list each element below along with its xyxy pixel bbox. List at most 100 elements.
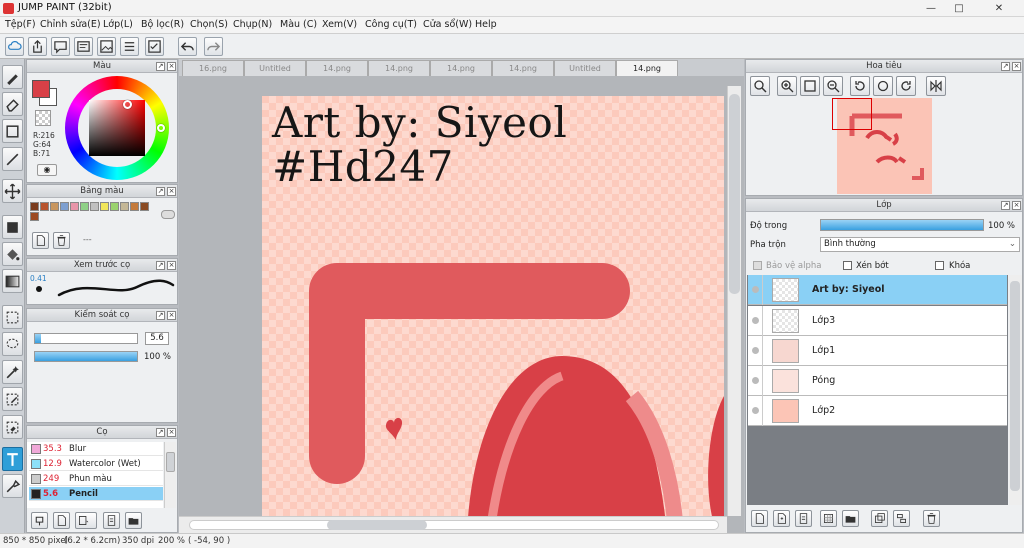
brush-folder-icon[interactable]	[125, 512, 142, 529]
brush-cup-icon[interactable]	[31, 512, 48, 529]
menu-view[interactable]: Xem(V)	[322, 19, 357, 30]
color-picker-handle[interactable]	[123, 100, 132, 109]
move-tool[interactable]	[2, 179, 23, 203]
menu-capture[interactable]: Chụp(N)	[233, 19, 272, 30]
panel-detach-icon[interactable]: ↗	[1001, 62, 1010, 71]
layer-row-art-by-siyeol[interactable]: Art by: Siyeol	[748, 275, 1007, 305]
menu-help[interactable]: Help	[475, 19, 497, 30]
menu-edit[interactable]: Chỉnh sửa(E)	[40, 19, 101, 30]
select-eraser-tool[interactable]	[2, 415, 23, 439]
undo-button[interactable]	[178, 37, 197, 56]
menu-select[interactable]: Chọn(S)	[190, 19, 228, 30]
brush-settings-icon[interactable]	[103, 512, 120, 529]
brush-menu-icon[interactable]	[75, 512, 97, 529]
layer-row-lop1[interactable]: Lớp1	[748, 336, 1007, 366]
actual-size-icon[interactable]	[800, 76, 820, 96]
transparent-color-swatch[interactable]	[35, 110, 51, 126]
palette-scroll-handle[interactable]	[161, 210, 175, 219]
maximize-button[interactable]: □	[946, 0, 972, 17]
redo-button[interactable]	[204, 37, 223, 56]
layer-row-lop2[interactable]: Lớp2	[748, 396, 1007, 426]
panel-detach-icon[interactable]: ↗	[156, 428, 165, 437]
comment-button[interactable]	[51, 37, 70, 56]
brush-item-pencil[interactable]: 5.6 Pencil	[29, 487, 163, 501]
flip-icon[interactable]	[926, 76, 946, 96]
zoom-out-icon[interactable]	[823, 76, 843, 96]
delete-palette-icon[interactable]	[53, 232, 70, 249]
image-button[interactable]	[97, 37, 116, 56]
menu-window[interactable]: Cửa sổ(W)	[423, 19, 472, 30]
menu-filter[interactable]: Bộ lọc(R)	[141, 19, 184, 30]
panel-detach-icon[interactable]: ↗	[1001, 201, 1010, 210]
tab-14-png-3[interactable]: 14.png	[430, 60, 492, 76]
tab-14-png-4[interactable]: 14.png	[492, 60, 554, 76]
panel-close-icon[interactable]: ×	[167, 62, 176, 71]
delete-layer-icon[interactable]	[923, 510, 940, 527]
eye-icon[interactable]	[752, 407, 759, 414]
palette-swatch[interactable]	[40, 202, 49, 211]
palette-swatch[interactable]	[120, 202, 129, 211]
tab-14-png-2[interactable]: 14.png	[368, 60, 430, 76]
tab-14-png-1[interactable]: 14.png	[306, 60, 368, 76]
new-palette-icon[interactable]	[32, 232, 49, 249]
rectangle-tool[interactable]	[2, 119, 23, 143]
foreground-color-swatch[interactable]	[32, 80, 50, 98]
palette-swatch[interactable]	[60, 202, 69, 211]
layer-row-lop3[interactable]: Lớp3	[748, 306, 1007, 336]
panel-detach-icon[interactable]: ↗	[156, 261, 165, 270]
menu-layer[interactable]: Lớp(L)	[103, 19, 133, 30]
rotate-left-icon[interactable]	[850, 76, 870, 96]
palette-swatch[interactable]	[80, 202, 89, 211]
rotate-reset-icon[interactable]	[873, 76, 893, 96]
magic-wand-tool[interactable]	[2, 360, 23, 384]
lock-checkbox[interactable]	[935, 261, 944, 270]
palette-swatch[interactable]	[130, 202, 139, 211]
close-button[interactable]: ✕	[976, 0, 1022, 17]
share-button[interactable]	[28, 37, 47, 56]
panel-button[interactable]	[74, 37, 93, 56]
brush-opacity-slider[interactable]	[34, 351, 138, 362]
layer-row-pong[interactable]: Póng	[748, 366, 1007, 396]
bucket-tool[interactable]	[2, 242, 23, 266]
layer-folder-icon[interactable]	[842, 510, 859, 527]
menu-file[interactable]: Tệp(F)	[5, 19, 36, 30]
protect-alpha-checkbox[interactable]	[753, 261, 762, 270]
eyedropper-tool[interactable]	[2, 474, 23, 498]
blend-mode-select[interactable]: Bình thường ⌄	[820, 237, 1020, 252]
panel-close-icon[interactable]: ×	[167, 428, 176, 437]
tab-16-png[interactable]: 16.png	[182, 60, 244, 76]
new-layer-icon[interactable]	[751, 510, 768, 527]
text-tool[interactable]	[2, 447, 23, 471]
layer-folder-new-icon[interactable]	[795, 510, 812, 527]
list-button[interactable]	[120, 37, 139, 56]
canvas-vertical-scrollbar[interactable]	[727, 86, 741, 516]
new-layer-copy-icon[interactable]	[773, 510, 790, 527]
panel-close-icon[interactable]: ×	[167, 311, 176, 320]
panel-detach-icon[interactable]: ↗	[156, 62, 165, 71]
palette-swatch[interactable]	[50, 202, 59, 211]
panel-detach-icon[interactable]: ↗	[156, 311, 165, 320]
palette-swatch[interactable]	[140, 202, 149, 211]
panel-close-icon[interactable]: ×	[1012, 201, 1021, 210]
eye-icon[interactable]	[752, 347, 759, 354]
panel-close-icon[interactable]: ×	[167, 261, 176, 270]
artwork-canvas[interactable]: Art by: Siyeol #Hd247	[262, 96, 724, 533]
merge-layer-icon[interactable]	[893, 510, 910, 527]
saturation-value-square[interactable]	[89, 100, 145, 156]
palette-swatch[interactable]	[30, 202, 39, 211]
menu-color[interactable]: Màu (C)	[280, 19, 317, 30]
layer-opacity-slider[interactable]	[820, 219, 984, 231]
tab-14-png-active[interactable]: 14.png	[616, 60, 678, 76]
palette-swatch[interactable]	[70, 202, 79, 211]
fill-tool[interactable]	[2, 215, 23, 239]
tab-untitled-2[interactable]: Untitled	[554, 60, 616, 76]
brush-item-blur[interactable]: 35.3 Blur	[29, 442, 163, 456]
palette-swatch[interactable]	[90, 202, 99, 211]
brush-tool[interactable]	[2, 65, 23, 89]
panel-detach-icon[interactable]: ↗	[156, 187, 165, 196]
zoom-in-icon[interactable]	[777, 76, 797, 96]
tab-untitled-1[interactable]: Untitled	[244, 60, 306, 76]
palette-icon[interactable]: ◉	[37, 164, 57, 176]
minimize-button[interactable]: —	[918, 0, 944, 17]
menu-tools[interactable]: Công cụ(T)	[365, 19, 417, 30]
